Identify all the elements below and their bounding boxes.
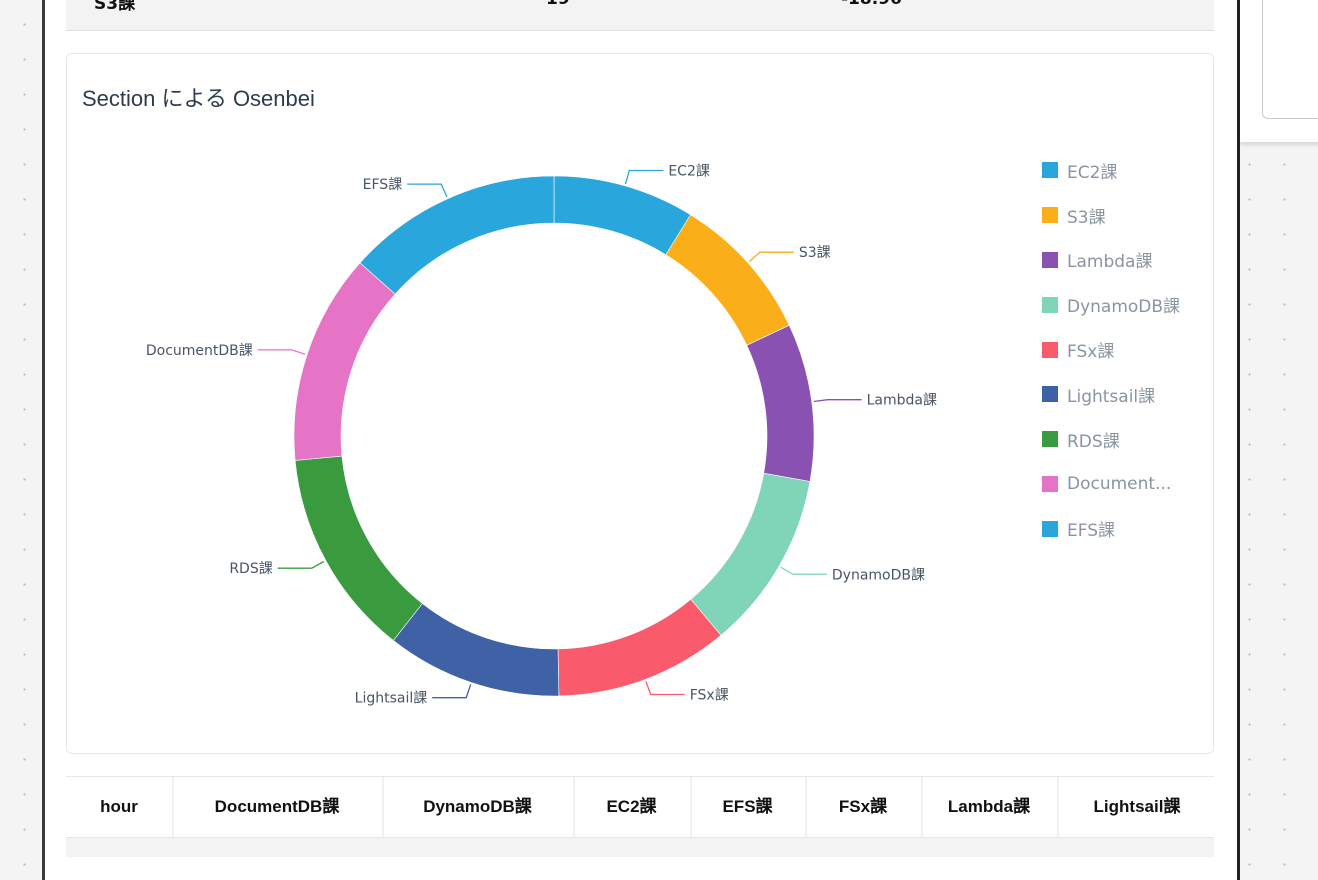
- previous-table-row: S3課 19 -18.96: [66, 0, 1214, 31]
- slice-label: DynamoDB課: [832, 567, 925, 583]
- legend-swatch: [1042, 520, 1058, 537]
- side-panel: [1240, 0, 1318, 142]
- donut-chart-card: Section による Osenbei EC2課 S3課 Lambda課 Dynamo…: [66, 53, 1214, 754]
- slice-label: DocumentDB課: [146, 343, 253, 359]
- donut-slice[interactable]: [557, 598, 722, 697]
- slice-leader-line: [277, 560, 325, 569]
- slice-leader-line: [813, 399, 862, 403]
- legend-swatch: [1042, 386, 1058, 403]
- slice-label: EFS課: [363, 177, 403, 193]
- slice-leader-line: [624, 169, 664, 185]
- slice-label: Lightsail課: [355, 691, 428, 707]
- slice-label: FSx課: [690, 687, 729, 703]
- table-column-header[interactable]: EFS課: [690, 777, 807, 837]
- table-column-header[interactable]: FSx課: [805, 777, 923, 837]
- legend-item[interactable]: Document...: [1042, 462, 1180, 507]
- table-cell: -18.96: [841, 0, 902, 9]
- table-column-header[interactable]: EC2課: [573, 777, 692, 837]
- legend-label: RDS課: [1067, 431, 1120, 452]
- table-column-header[interactable]: DocumentDB課: [172, 777, 384, 837]
- table-header-row: hour DocumentDB課 DynamoDB課 EC2課 EFS課 FSx課 Lamb…: [66, 777, 1214, 837]
- slice-leader-line: [780, 566, 827, 575]
- slice-leader-line: [257, 349, 306, 355]
- donut-slice[interactable]: [665, 214, 790, 346]
- donut-slice[interactable]: [746, 324, 815, 482]
- table-column-header[interactable]: Lightsail課: [1057, 777, 1214, 837]
- donut-slice[interactable]: [359, 175, 555, 295]
- table-column-header[interactable]: DynamoDB課: [382, 777, 575, 837]
- legend-label: Lightsail課: [1067, 386, 1156, 407]
- slice-label: RDS課: [229, 561, 272, 577]
- legend-item[interactable]: DynamoDB課: [1042, 282, 1180, 327]
- legend-label: S3課: [1067, 207, 1106, 228]
- table-cell: 19: [546, 0, 570, 9]
- donut-slice[interactable]: [690, 472, 811, 636]
- legend-swatch: [1042, 251, 1058, 268]
- legend-item[interactable]: S3課: [1042, 193, 1180, 238]
- table-cell: S3課: [94, 0, 136, 14]
- legend-item[interactable]: RDS課: [1042, 417, 1180, 462]
- slice-leader-line: [749, 251, 794, 262]
- legend-swatch: [1042, 207, 1058, 224]
- legend-item[interactable]: Lambda課: [1042, 238, 1180, 283]
- slice-label: S3課: [799, 245, 831, 261]
- legend-item[interactable]: EC2課: [1042, 148, 1180, 193]
- table-column-header[interactable]: hour: [66, 777, 174, 837]
- slice-leader-line: [407, 183, 448, 198]
- slice-leader-line: [645, 681, 685, 696]
- side-panel-box: [1262, 0, 1318, 119]
- chart-legend: EC2課 S3課 Lambda課 DynamoDB課 FSx課 Lightsail課 RDS…: [1042, 148, 1180, 551]
- legend-label: FSx課: [1067, 342, 1115, 363]
- donut-slice[interactable]: [392, 603, 560, 697]
- legend-swatch: [1042, 162, 1058, 179]
- donut-slice[interactable]: [553, 175, 691, 256]
- legend-swatch: [1042, 431, 1058, 448]
- legend-swatch: [1042, 475, 1058, 492]
- donut-slice[interactable]: [293, 262, 396, 461]
- slice-leader-line: [432, 684, 472, 699]
- slice-label: Lambda課: [867, 393, 937, 409]
- legend-item[interactable]: Lightsail課: [1042, 372, 1180, 417]
- legend-item[interactable]: EFS課: [1042, 506, 1180, 551]
- legend-swatch: [1042, 296, 1058, 313]
- legend-item[interactable]: FSx課: [1042, 327, 1180, 372]
- legend-label: EFS課: [1067, 521, 1116, 542]
- table-row: [66, 837, 1214, 857]
- data-table: hour DocumentDB課 DynamoDB課 EC2課 EFS課 FSx課 Lamb…: [66, 776, 1214, 857]
- table-column-header[interactable]: Lambda課: [921, 777, 1059, 837]
- slice-label: EC2課: [668, 163, 710, 179]
- legend-label: EC2課: [1067, 162, 1118, 183]
- legend-swatch: [1042, 341, 1058, 358]
- legend-label: Document...: [1067, 473, 1172, 494]
- donut-slice[interactable]: [294, 455, 423, 641]
- legend-label: DynamoDB課: [1067, 297, 1181, 318]
- legend-label: Lambda課: [1067, 252, 1153, 273]
